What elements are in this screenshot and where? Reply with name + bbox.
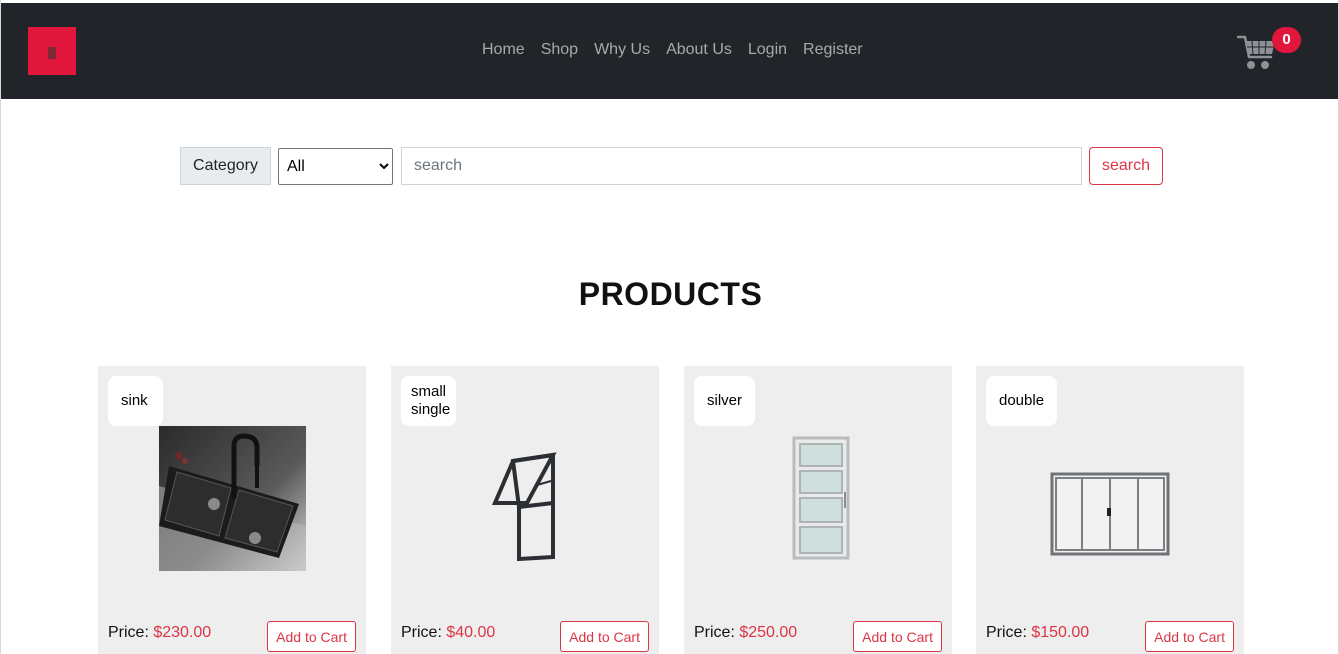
- price-amount: $250.00: [739, 624, 798, 641]
- price-amount: $40.00: [446, 624, 496, 641]
- product-card: double Price: $150.00 Add to Cart: [976, 366, 1244, 654]
- product-card: small single Price: $40.00 Add to Cart: [391, 366, 659, 654]
- price-label: Price:: [108, 624, 149, 641]
- product-price: Price: $40.00: [401, 624, 495, 642]
- cart-count-badge: 0: [1272, 27, 1301, 53]
- product-image-sliding-window[interactable]: [1050, 472, 1170, 561]
- add-to-cart-button[interactable]: Add to Cart: [853, 621, 942, 652]
- nav-login[interactable]: Login: [740, 40, 795, 60]
- search-button[interactable]: search: [1089, 147, 1163, 185]
- category-label: Category: [180, 147, 271, 185]
- add-to-cart-button[interactable]: Add to Cart: [267, 621, 356, 652]
- page-title: PRODUCTS: [578, 276, 763, 312]
- page: Home Shop Why Us About Us Login Register…: [0, 0, 1339, 654]
- product-name-badge: sink: [108, 376, 163, 426]
- add-to-cart-button[interactable]: Add to Cart: [1145, 621, 1234, 652]
- top-navbar: Home Shop Why Us About Us Login Register…: [1, 3, 1338, 99]
- product-name-badge: small single: [401, 376, 456, 426]
- price-label: Price:: [694, 624, 735, 641]
- main-nav: Home Shop Why Us About Us Login Register: [474, 40, 871, 60]
- logo-mark: [48, 47, 56, 59]
- product-price: Price: $230.00: [108, 624, 211, 642]
- nav-register[interactable]: Register: [795, 40, 871, 60]
- product-card: sink Price: $230.00 Add to Cart: [98, 366, 366, 654]
- product-image-window[interactable]: [491, 451, 561, 568]
- product-name-badge: silver: [694, 376, 756, 426]
- price-amount: $230.00: [153, 624, 212, 641]
- price-amount: $150.00: [1031, 624, 1090, 641]
- search-input[interactable]: [401, 147, 1082, 185]
- product-card: silver Price: $250.00 Add to Cart: [684, 366, 952, 654]
- logo[interactable]: [28, 27, 76, 75]
- product-name-badge: double: [986, 376, 1058, 426]
- price-label: Price:: [401, 624, 442, 641]
- product-image-door[interactable]: [792, 436, 850, 565]
- add-to-cart-button[interactable]: Add to Cart: [560, 621, 649, 652]
- price-label: Price:: [986, 624, 1027, 641]
- nav-home[interactable]: Home: [474, 40, 533, 60]
- product-price: Price: $150.00: [986, 624, 1089, 642]
- nav-shop[interactable]: Shop: [533, 40, 586, 60]
- product-price: Price: $250.00: [694, 624, 797, 642]
- category-select[interactable]: All: [278, 148, 393, 185]
- product-image-sink[interactable]: [159, 426, 306, 576]
- nav-about-us[interactable]: About Us: [658, 40, 740, 60]
- nav-why-us[interactable]: Why Us: [586, 40, 658, 60]
